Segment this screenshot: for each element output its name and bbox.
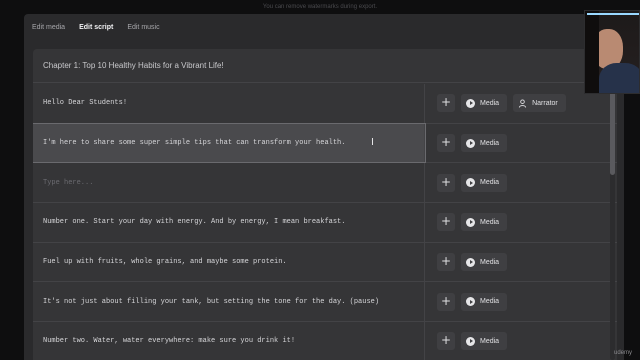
media-button-label: Media <box>480 99 500 107</box>
narrator-button-label: Narrator <box>532 99 558 107</box>
script-row: Type here... + Media <box>33 163 617 204</box>
media-button-label: Media <box>480 258 500 266</box>
narrator-button[interactable]: Narrator <box>513 94 566 113</box>
media-button[interactable]: Media <box>461 332 508 351</box>
play-circle-icon <box>466 297 475 307</box>
chapter-title: Chapter 1: Top 10 Healthy Habits for a V… <box>43 61 224 70</box>
media-button-label: Media <box>480 218 500 226</box>
script-row: Number one. Start your day with energy. … <box>33 203 617 243</box>
watermark-notice: You can remove watermarks during export. <box>262 4 378 10</box>
scrollbar-thumb[interactable] <box>610 85 615 175</box>
person-icon <box>518 99 527 108</box>
tab-edit-script[interactable]: Edit script <box>79 24 113 31</box>
media-button-label: Media <box>480 298 500 306</box>
row-actions: + Media Narrator <box>437 84 566 123</box>
script-line-text[interactable]: Fuel up with fruits, whole grains, and m… <box>33 242 425 282</box>
tab-edit-music[interactable]: Edit music <box>127 24 159 31</box>
script-row: It's not just about filling your tank, b… <box>33 282 617 323</box>
tab-edit-media[interactable]: Edit media <box>32 24 65 31</box>
row-actions: + Media <box>437 203 508 242</box>
add-line-button[interactable]: + <box>437 94 455 113</box>
webcam-shadow <box>585 11 599 93</box>
row-actions: + Media <box>437 243 508 282</box>
script-rows: Hello Dear Students! + Media Narrator I'… <box>33 84 617 360</box>
row-actions: + Media <box>437 322 508 360</box>
script-line-input[interactable]: Type here... <box>33 163 425 203</box>
play-circle-icon <box>466 257 475 267</box>
script-editor-window: Edit media Edit script Edit music Chapte… <box>24 14 624 360</box>
chapter-panel: Chapter 1: Top 10 Healthy Habits for a V… <box>33 49 617 360</box>
play-circle-icon <box>466 178 475 188</box>
udemy-watermark: udemy <box>613 350 632 356</box>
text-cursor-icon: I <box>371 136 374 148</box>
script-line-text[interactable]: Number two. Water, water everywhere: mak… <box>33 322 425 360</box>
play-circle-icon <box>466 217 475 227</box>
script-line-text[interactable]: It's not just about filling your tank, b… <box>33 282 425 322</box>
media-button[interactable]: Media <box>461 173 508 192</box>
add-line-button[interactable]: + <box>437 332 455 351</box>
editor-tabs: Edit media Edit script Edit music <box>32 24 160 31</box>
play-circle-icon <box>466 138 475 148</box>
script-row: Fuel up with fruits, whole grains, and m… <box>33 242 617 283</box>
script-row: Hello Dear Students! + Media Narrator <box>33 84 617 124</box>
script-row: Number two. Water, water everywhere: mak… <box>33 322 617 360</box>
media-button[interactable]: Media <box>461 292 508 311</box>
add-line-button[interactable]: + <box>437 134 455 153</box>
row-actions: + Media <box>437 124 508 163</box>
add-line-button[interactable]: + <box>437 253 455 272</box>
webcam-accent-bar <box>587 13 639 15</box>
row-actions: + Media <box>437 163 508 202</box>
presenter-body <box>599 63 639 93</box>
media-button-label: Media <box>480 337 500 345</box>
chapter-header[interactable]: Chapter 1: Top 10 Healthy Habits for a V… <box>33 49 617 83</box>
row-actions: + Media <box>437 282 508 321</box>
media-button[interactable]: Media <box>461 213 508 232</box>
vertical-scrollbar[interactable] <box>610 85 615 360</box>
add-line-button[interactable]: + <box>437 173 455 192</box>
media-button[interactable]: Media <box>461 253 508 272</box>
script-line-text[interactable]: Hello Dear Students! <box>33 84 425 123</box>
media-button[interactable]: Media <box>461 134 508 153</box>
add-line-button[interactable]: + <box>437 292 455 311</box>
add-line-button[interactable]: + <box>437 213 455 232</box>
play-circle-icon <box>466 98 475 108</box>
script-line-text[interactable]: I'm here to share some super simple tips… <box>33 122 426 164</box>
script-line-text[interactable]: Number one. Start your day with energy. … <box>33 203 425 242</box>
media-button[interactable]: Media <box>461 94 508 113</box>
media-button-label: Media <box>480 179 500 187</box>
media-button-label: Media <box>480 139 500 147</box>
play-circle-icon <box>466 336 475 346</box>
script-row-selected: I'm here to share some super simple tips… <box>33 122 617 164</box>
presenter-webcam-overlay <box>584 10 640 94</box>
